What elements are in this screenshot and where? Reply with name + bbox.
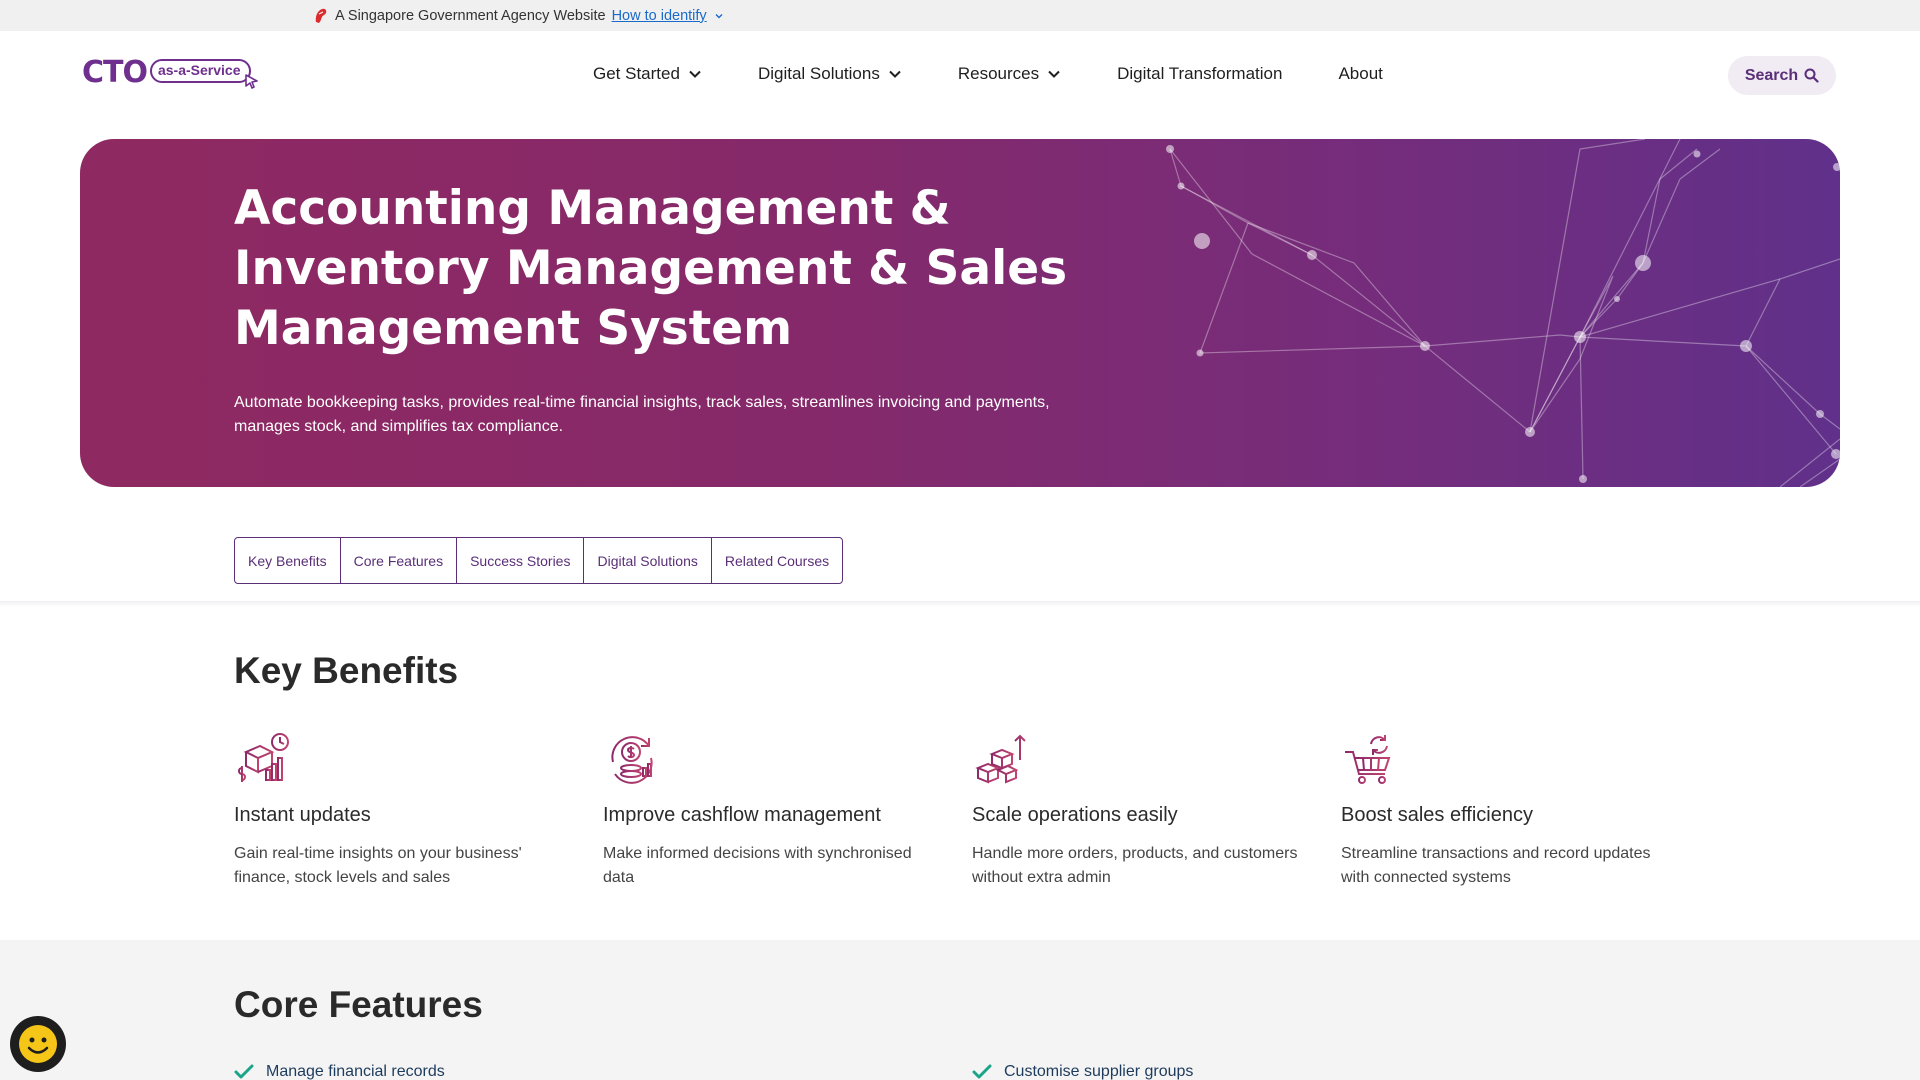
chevron-down-icon (689, 70, 701, 78)
stacked-boxes-growth-icon (975, 734, 1026, 784)
benefit-card: Scale operations easily Handle more orde… (972, 730, 1302, 886)
nav-digital-solutions[interactable]: Digital Solutions (758, 64, 902, 84)
page-title: Accounting Management & Inventory Manage… (234, 181, 1068, 356)
nav-digital-transformation[interactable]: Digital Transformation (1117, 64, 1282, 84)
tab-digital-solutions[interactable]: Digital Solutions (584, 538, 712, 583)
how-to-identify-link[interactable]: How to identify (612, 8, 707, 24)
nav-about[interactable]: About (1338, 64, 1382, 84)
tabs-divider (0, 601, 1920, 607)
main-nav: Get Started Digital Solutions Resources … (593, 64, 1383, 84)
tab-key-benefits[interactable]: Key Benefits (235, 538, 341, 583)
core-features-heading: Core Features (234, 984, 483, 1025)
boxes-chart-clock-icon (238, 733, 289, 782)
tab-success-stories[interactable]: Success Stories (457, 538, 585, 583)
benefit-card: Instant updates Gain real-time insights … (234, 730, 564, 886)
core-features-section: Core Features Manage financial records C… (0, 940, 1920, 1080)
cto-logo[interactable]: CTO as-a-Service (82, 55, 258, 90)
nav-resources-label: Resources (957, 64, 1040, 83)
benefit-card: Boost sales efficiency Streamline transa… (1341, 730, 1671, 886)
nav-resources[interactable]: Resources (958, 64, 1061, 84)
masthead-text: A Singapore Government Agency Website (335, 7, 606, 24)
benefit-title: Instant updates (234, 804, 371, 826)
nav-get-started-label: Get Started (593, 64, 680, 83)
check-icon (234, 1064, 254, 1079)
benefit-title: Scale operations easily (972, 804, 1178, 826)
feature-label: Manage financial records (266, 1063, 445, 1080)
feature-item: Customise supplier groups (972, 1063, 1193, 1080)
feature-item: Manage financial records (234, 1063, 445, 1080)
nav-digital-transformation-label: Digital Transformation (1117, 64, 1283, 83)
benefit-description: Handle more orders, products, and custom… (972, 845, 1298, 886)
benefit-description: Streamline transactions and record updat… (1341, 845, 1651, 886)
hero-banner: Accounting Management & Inventory Manage… (80, 139, 1840, 487)
check-icon (972, 1064, 992, 1079)
cart-refresh-icon (1345, 735, 1391, 784)
hero-description: Automate bookkeeping tasks, provides rea… (234, 394, 1050, 435)
nav-digital-solutions-label: Digital Solutions (757, 64, 880, 83)
dollar-coin-cycle-icon (611, 736, 653, 784)
benefit-description: Make informed decisions with synchronise… (603, 845, 912, 886)
search-label: Search (1744, 66, 1799, 84)
logo-text-cto: CTO (82, 55, 148, 90)
smiley-icon (19, 1025, 57, 1063)
singapore-lion-icon (315, 8, 327, 23)
key-benefits-heading: Key Benefits (234, 650, 459, 691)
chevron-down-icon (1048, 70, 1060, 78)
chevron-down-icon[interactable] (714, 11, 724, 21)
benefit-title: Improve cashflow management (603, 804, 881, 826)
gov-masthead: A Singapore Government Agency Website Ho… (0, 0, 1920, 31)
search-button[interactable]: Search (1728, 56, 1836, 95)
benefit-title: Boost sales efficiency (1341, 804, 1533, 826)
feature-label: Customise supplier groups (1004, 1063, 1194, 1080)
tab-related-courses[interactable]: Related Courses (712, 538, 842, 583)
chatbot-button[interactable] (10, 1016, 66, 1072)
nav-about-label: About (1338, 64, 1383, 83)
benefit-description: Gain real-time insights on your business… (234, 845, 522, 886)
nav-get-started[interactable]: Get Started (593, 64, 702, 84)
benefit-card: Improve cashflow management Make informe… (603, 730, 933, 886)
tab-core-features[interactable]: Core Features (341, 538, 458, 583)
search-icon (1804, 68, 1819, 83)
section-tabs: Key Benefits Core Features Success Stori… (234, 537, 844, 584)
logo-text-service: as-a-Service (149, 58, 251, 83)
cursor-icon (245, 74, 258, 89)
chevron-down-icon (889, 70, 901, 78)
site-header: CTO as-a-Service Get Started Digital Sol… (0, 31, 1920, 115)
